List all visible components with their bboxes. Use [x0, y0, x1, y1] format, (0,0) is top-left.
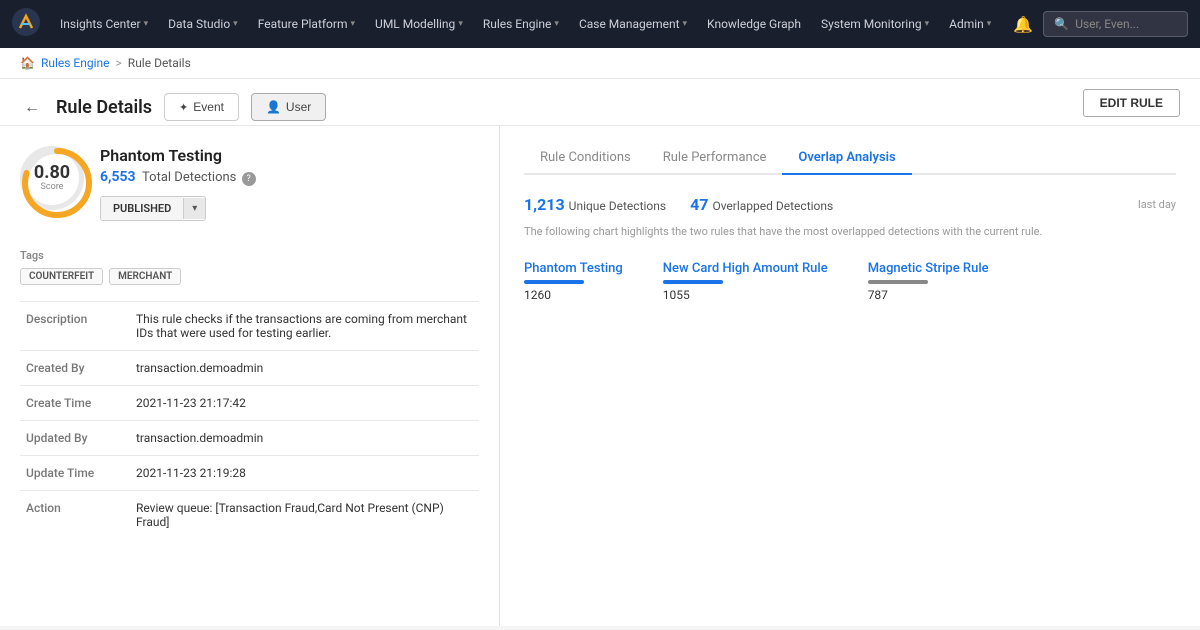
overlap-rule-count: 1055	[663, 288, 828, 302]
nav-item-data-studio[interactable]: Data Studio ▾	[160, 11, 246, 37]
table-row: Created By transaction.demoadmin	[20, 351, 479, 386]
rule-info: Phantom Testing 6,553 Total Detections ?…	[100, 146, 479, 233]
nav-item-knowledge-graph[interactable]: Knowledge Graph	[699, 11, 809, 37]
detail-key: Updated By	[20, 421, 130, 456]
tag-merchant: MERCHANT	[109, 268, 181, 285]
overlapped-detections-stat: 47 Overlapped Detections	[690, 195, 833, 214]
nav-item-case-management[interactable]: Case Management ▾	[571, 11, 695, 37]
time-filter: last day	[1138, 198, 1176, 211]
chevron-down-icon: ▾	[458, 19, 463, 29]
detail-value: 2021-11-23 21:19:28	[130, 456, 479, 491]
nav-item-system-monitoring[interactable]: System Monitoring ▾	[813, 11, 937, 37]
overlap-rule-bar	[663, 280, 723, 284]
detail-key: Created By	[20, 351, 130, 386]
global-search[interactable]: 🔍 User, Even...	[1043, 11, 1188, 37]
table-row: Action Review queue: [Transaction Fraud,…	[20, 491, 479, 540]
score-label: Score	[41, 182, 64, 192]
overlap-rule-count: 787	[868, 288, 989, 302]
nav-item-admin[interactable]: Admin ▾	[941, 11, 999, 37]
chevron-down-icon: ▾	[233, 19, 238, 29]
detail-key: Create Time	[20, 386, 130, 421]
edit-rule-button[interactable]: EDIT RULE	[1083, 89, 1180, 117]
home-icon[interactable]: 🏠	[20, 56, 35, 70]
search-icon: 🔍	[1054, 17, 1069, 31]
dropdown-caret-icon[interactable]: ▾	[183, 198, 205, 219]
breadcrumb-separator: >	[116, 56, 122, 70]
tab-rule-performance[interactable]: Rule Performance	[647, 142, 783, 175]
overlap-rule-name[interactable]: Magnetic Stripe Rule	[868, 261, 989, 276]
tab-overlap-analysis[interactable]: Overlap Analysis	[782, 142, 911, 175]
rule-name: Phantom Testing	[100, 146, 479, 165]
detail-value: Review queue: [Transaction Fraud,Card No…	[130, 491, 479, 540]
details-table: Description This rule checks if the tran…	[20, 301, 479, 539]
chevron-down-icon: ▾	[683, 19, 688, 29]
chevron-down-icon: ▾	[144, 19, 149, 29]
chart-description: The following chart highlights the two r…	[524, 224, 1176, 241]
event-tab-button[interactable]: ✦ Event	[164, 93, 239, 121]
top-navigation: Insights Center ▾ Data Studio ▾ Feature …	[0, 0, 1200, 48]
main-content: 0.80 Score Phantom Testing 6,553 Total D…	[0, 126, 1200, 626]
page-header: ← Rule Details ✦ Event 👤 User EDIT RULE	[0, 79, 1200, 126]
nav-item-rules-engine[interactable]: Rules Engine ▾	[475, 11, 567, 37]
detail-value: This rule checks if the transactions are…	[130, 302, 479, 351]
overlap-rules: Phantom Testing 1260 New Card High Amoun…	[524, 261, 1176, 302]
overlapped-count: 47	[690, 195, 708, 214]
tag-counterfeit: COUNTERFEIT	[20, 268, 103, 285]
nav-item-feature-platform[interactable]: Feature Platform ▾	[250, 11, 363, 37]
rule-header: 0.80 Score Phantom Testing 6,553 Total D…	[20, 146, 479, 233]
stats-row: 1,213 Unique Detections 47 Overlapped De…	[524, 195, 1176, 214]
page-title: Rule Details	[56, 97, 152, 118]
overlap-rule-name[interactable]: New Card High Amount Rule	[663, 261, 828, 276]
left-panel: 0.80 Score Phantom Testing 6,553 Total D…	[0, 126, 500, 626]
status-dropdown[interactable]: PUBLISHED ▾	[100, 196, 206, 221]
bell-icon[interactable]: 🔔	[1007, 9, 1039, 40]
chevron-down-icon: ▾	[987, 19, 992, 29]
score-circle: 0.80 Score	[20, 146, 84, 210]
table-row: Update Time 2021-11-23 21:19:28	[20, 456, 479, 491]
rule-detections: 6,553 Total Detections ?	[100, 169, 479, 186]
user-icon: 👤	[266, 100, 281, 114]
nav-item-uml-modelling[interactable]: UML Modelling ▾	[367, 11, 471, 37]
help-icon[interactable]: ?	[242, 172, 256, 186]
overlapped-label: Overlapped Detections	[712, 199, 833, 213]
logo	[12, 8, 48, 40]
unique-detections-stat: 1,213 Unique Detections	[524, 195, 666, 214]
tags-label: Tags	[20, 249, 479, 262]
detail-value: transaction.demoadmin	[130, 421, 479, 456]
detail-value: transaction.demoadmin	[130, 351, 479, 386]
overlap-rule-phantom: Phantom Testing 1260	[524, 261, 623, 302]
detail-value: 2021-11-23 21:17:42	[130, 386, 479, 421]
chevron-down-icon: ▾	[925, 19, 930, 29]
event-icon: ✦	[179, 101, 188, 114]
overlap-rule-name[interactable]: Phantom Testing	[524, 261, 623, 276]
overlap-rule-new-card: New Card High Amount Rule 1055	[663, 261, 828, 302]
unique-detections-count: 1,213	[524, 195, 565, 214]
chevron-down-icon: ▾	[351, 19, 356, 29]
overlap-rule-magnetic: Magnetic Stripe Rule 787	[868, 261, 989, 302]
breadcrumb-rules-engine[interactable]: Rules Engine	[41, 56, 110, 70]
table-row: Updated By transaction.demoadmin	[20, 421, 479, 456]
user-tab-button[interactable]: 👤 User	[251, 93, 326, 121]
detail-key: Update Time	[20, 456, 130, 491]
nav-item-insights-center[interactable]: Insights Center ▾	[52, 11, 156, 37]
analysis-tabs: Rule Conditions Rule Performance Overlap…	[524, 142, 1176, 175]
score-value: 0.80	[34, 164, 70, 182]
tab-rule-conditions[interactable]: Rule Conditions	[524, 142, 647, 175]
breadcrumb-current: Rule Details	[128, 56, 191, 70]
breadcrumb: 🏠 Rules Engine > Rule Details	[0, 48, 1200, 79]
table-row: Create Time 2021-11-23 21:17:42	[20, 386, 479, 421]
right-panel: Rule Conditions Rule Performance Overlap…	[500, 126, 1200, 626]
detail-key: Description	[20, 302, 130, 351]
tags-section: Tags COUNTERFEIT MERCHANT	[20, 249, 479, 285]
chevron-down-icon: ▾	[554, 19, 559, 29]
detail-key: Action	[20, 491, 130, 540]
unique-detections-label: Unique Detections	[569, 199, 666, 213]
back-button[interactable]: ←	[20, 93, 44, 121]
table-row: Description This rule checks if the tran…	[20, 302, 479, 351]
overlap-rule-count: 1260	[524, 288, 623, 302]
tags-row: COUNTERFEIT MERCHANT	[20, 268, 479, 285]
overlap-rule-bar	[868, 280, 928, 284]
overlap-rule-bar	[524, 280, 584, 284]
